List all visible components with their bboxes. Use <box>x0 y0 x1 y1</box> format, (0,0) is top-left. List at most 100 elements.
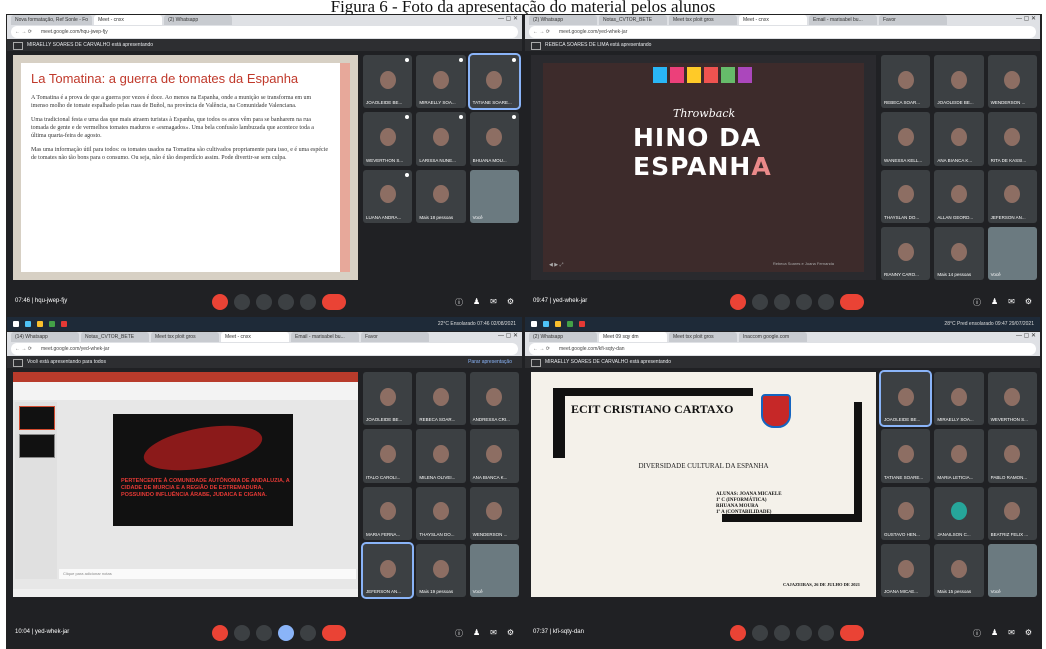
nav-arrows-icon[interactable]: ← → ⟳ <box>533 26 550 38</box>
chrome-icon[interactable] <box>49 320 55 327</box>
end-call-button[interactable] <box>840 294 864 310</box>
raise-hand-button[interactable] <box>256 625 272 641</box>
self-view-tile[interactable]: Você <box>469 543 519 597</box>
activities-icon[interactable]: ⚙ <box>1025 297 1032 308</box>
participant-tile[interactable]: JEFERSON AN... <box>987 169 1037 223</box>
info-icon[interactable]: ⓘ <box>973 628 981 639</box>
browser-tab[interactable]: (2) Whatsapp <box>529 332 597 342</box>
nav-arrows-icon[interactable]: ← → ⟳ <box>15 26 32 38</box>
participant-tile[interactable]: JEFERSON AN... <box>360 541 415 600</box>
chat-icon[interactable]: ✉ <box>490 297 497 308</box>
end-call-button[interactable] <box>322 625 346 641</box>
slide-canvas[interactable]: PERTENCENTE À COMUNIDADE AUTÔNOMA DE AND… <box>113 414 293 526</box>
browser-tab[interactable]: (2) Whatsapp <box>164 15 233 25</box>
browser-tab[interactable]: Nova formatação, Ref Sonle - Fo <box>11 15 93 25</box>
participant-tile[interactable]: JOAOLEIDE BE... <box>934 55 984 109</box>
edge-icon[interactable] <box>25 320 31 327</box>
participant-tile[interactable]: PABLO RAMON... <box>987 429 1037 483</box>
participant-tile[interactable]: THAYSLAN DO... <box>416 486 466 540</box>
info-icon[interactable]: ⓘ <box>973 297 981 308</box>
activities-icon[interactable]: ⚙ <box>1025 628 1032 639</box>
participant-tile[interactable]: JANAILSON C... <box>934 486 984 540</box>
chat-icon[interactable]: ✉ <box>1008 628 1015 639</box>
start-icon[interactable] <box>531 320 537 327</box>
self-view-tile[interactable]: Você <box>469 169 519 223</box>
participant-tile[interactable]: MIRAELLY SOA... <box>416 55 466 109</box>
mic-off-button[interactable] <box>212 294 228 310</box>
notes-pane[interactable]: Clique para adicionar notas <box>59 569 356 579</box>
mic-off-button[interactable] <box>730 294 746 310</box>
chat-icon[interactable]: ✉ <box>1008 297 1015 308</box>
participant-tile[interactable]: WEVERTHON S... <box>987 372 1037 426</box>
app-icon[interactable] <box>61 320 67 327</box>
browser-tab[interactable]: Favor <box>879 15 947 25</box>
browser-tab[interactable]: (2) Whatsapp <box>529 15 597 25</box>
browser-tab[interactable]: Email - marisabel bu... <box>291 332 359 342</box>
slide-thumbnail[interactable] <box>19 406 55 430</box>
participant-tile[interactable]: JOAOLEIDE BE... <box>363 372 413 426</box>
participant-tile[interactable]: JOAOLEIDE BE... <box>878 369 933 428</box>
browser-tab[interactable]: Inaccom google.com <box>739 332 807 342</box>
people-icon[interactable]: ♟ <box>991 297 998 308</box>
more-options-button[interactable] <box>300 294 316 310</box>
address-bar[interactable]: ← → ⟳ meet.google.com/hqu-jwep-fjy <box>11 26 518 38</box>
window-controls[interactable]: — ▢ ✕ <box>1016 15 1036 22</box>
address-bar[interactable]: ← → ⟳ meet.google.com/yed-whek-jar <box>529 26 1036 38</box>
raise-hand-button[interactable] <box>774 625 790 641</box>
start-icon[interactable] <box>13 320 19 327</box>
slide-thumbnail[interactable] <box>19 434 55 458</box>
end-call-button[interactable] <box>840 625 864 641</box>
participant-tile[interactable]: ANA BIANCA K... <box>469 429 519 483</box>
browser-tab[interactable]: Meet - cnxx <box>221 332 289 342</box>
browser-tab[interactable]: Meet - cnxx <box>739 15 807 25</box>
participant-tile[interactable]: MIRAELLY SOA... <box>934 372 984 426</box>
people-icon[interactable]: ♟ <box>473 628 480 639</box>
participant-tile[interactable]: TATIANE SOARE... <box>467 52 521 111</box>
camera-button[interactable] <box>752 294 768 310</box>
participant-tile[interactable]: MARIA LETICIA... <box>934 429 984 483</box>
participant-tile[interactable]: BEATRIZ FELIX ... <box>987 486 1037 540</box>
camera-button[interactable] <box>234 294 250 310</box>
present-button[interactable] <box>796 625 812 641</box>
info-icon[interactable]: ⓘ <box>455 297 463 308</box>
browser-tab[interactable]: Meet tsx ploit gros <box>151 332 219 342</box>
participant-tile[interactable]: Mais 15 pessoas <box>934 543 984 597</box>
mic-off-button[interactable] <box>730 625 746 641</box>
participant-tile[interactable]: MARIA FERNA... <box>363 486 413 540</box>
people-icon[interactable]: ♟ <box>473 297 480 308</box>
participant-tile[interactable]: REBECA SOAR... <box>881 55 931 109</box>
participant-tile[interactable]: ALLAN GEORD... <box>934 169 984 223</box>
stop-presenting-link[interactable]: Parar apresentação <box>468 356 512 368</box>
participant-tile[interactable]: RIANNY CARO... <box>881 226 931 280</box>
ppt-ribbon[interactable] <box>13 382 358 400</box>
self-view-tile[interactable]: Você <box>987 226 1037 280</box>
participant-tile[interactable]: LARISSA NUNE... <box>416 112 466 166</box>
edge-icon[interactable] <box>543 320 549 327</box>
raise-hand-button[interactable] <box>256 294 272 310</box>
activities-icon[interactable]: ⚙ <box>507 628 514 639</box>
present-button[interactable] <box>278 294 294 310</box>
window-controls[interactable]: — ▢ ✕ <box>1016 332 1036 339</box>
browser-tab[interactable]: Meet 09 sqy dm <box>599 332 667 342</box>
participant-tile[interactable]: ANA BIANCA K... <box>934 112 984 166</box>
participant-tile[interactable]: WEVERTHON S... <box>363 112 413 166</box>
participant-tile[interactable]: JOANA MICAE... <box>881 543 931 597</box>
browser-tab[interactable]: Notas_CVTOR_BETE <box>599 15 667 25</box>
participant-tile[interactable]: TATIANE SOARE... <box>881 429 931 483</box>
video-controls-icon[interactable]: ◀ ▶ ⤢ <box>549 262 563 268</box>
mic-off-button[interactable] <box>212 625 228 641</box>
participant-tile[interactable]: LUANA ANDRA... <box>363 169 413 223</box>
explorer-icon[interactable] <box>555 320 561 327</box>
more-options-button[interactable] <box>818 625 834 641</box>
browser-tab[interactable]: Email - marisabel bu... <box>809 15 877 25</box>
info-icon[interactable]: ⓘ <box>455 628 463 639</box>
present-button[interactable] <box>278 625 294 641</box>
browser-tab[interactable]: Meet - cnxx <box>94 15 163 25</box>
address-bar[interactable]: ← → ⟳ meet.google.com/yed-whek-jar <box>11 343 518 355</box>
browser-tab[interactable]: (14) Whatsapp <box>11 332 79 342</box>
more-options-button[interactable] <box>300 625 316 641</box>
chrome-icon[interactable] <box>567 320 573 327</box>
participant-tile[interactable]: BHUANA MOU... <box>469 112 519 166</box>
camera-button[interactable] <box>234 625 250 641</box>
participant-tile[interactable]: WENDERSON ... <box>987 55 1037 109</box>
